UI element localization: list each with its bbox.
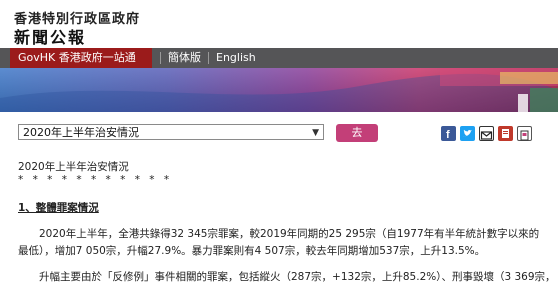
nav-divider [160,52,161,64]
chevron-down-icon: ▼ [312,128,319,138]
govhk-link[interactable]: GovHK 香港政府一站通 [10,48,152,68]
site-header: 香港特別行政區政府 新聞公報 [0,0,558,48]
page-title[interactable]: 新聞公報 [14,24,86,48]
print-icon[interactable] [498,126,513,141]
english-link[interactable]: English [216,48,256,68]
article-select[interactable]: 2020年上半年治安情況 ▼ [18,124,324,140]
paragraph: 升幅主要由於「反修例」事件相關的罪案，包括縱火（287宗，+132宗，上升85.… [39,271,556,283]
nav-divider [208,52,209,64]
article-heading: 2020年上半年治安情況 [18,161,129,173]
heading-stars: * * * * * * * * * * * [18,174,173,186]
facebook-icon[interactable]: f [441,126,456,141]
select-value: 2020年上半年治安情況 [23,126,139,139]
top-nav: GovHK 香港政府一站通 簡体版 English [0,48,558,68]
simplified-chinese-link[interactable]: 簡体版 [168,48,201,68]
svg-text:f: f [446,129,450,141]
banner-graphic [0,68,558,112]
twitter-icon[interactable] [460,126,475,141]
go-button[interactable]: 去 [336,124,378,142]
email-icon[interactable] [479,126,494,141]
banner-image [0,68,558,112]
paragraph: 2020年上半年，全港共錄得32 345宗罪案，較2019年同期的25 295宗… [18,228,540,257]
section-heading: 1、整體罪案情況 [18,202,99,214]
bookmark-icon[interactable] [517,126,532,141]
